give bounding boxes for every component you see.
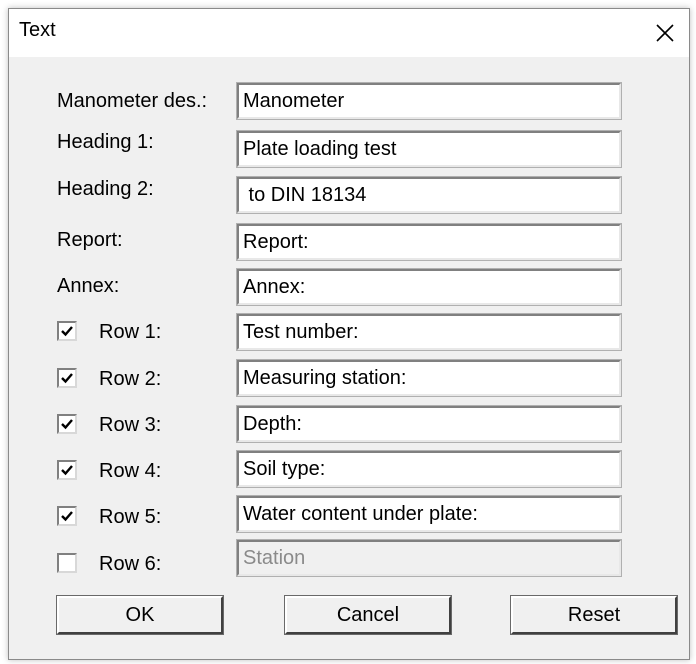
checkmark-icon	[61, 373, 73, 384]
row2-checkbox[interactable]	[57, 368, 77, 388]
row5-field[interactable]	[236, 495, 622, 533]
row4-field[interactable]	[236, 450, 622, 488]
row5-checkbox[interactable]	[57, 506, 77, 526]
row3-field[interactable]	[236, 405, 622, 443]
manometer-label: Manometer des.:	[57, 90, 208, 112]
checkmark-icon	[61, 511, 73, 522]
row2-field[interactable]	[236, 359, 622, 397]
title-bar: Text	[9, 9, 689, 57]
row1-field[interactable]	[236, 313, 622, 351]
row3-checkbox[interactable]	[57, 414, 77, 434]
checkmark-icon	[61, 465, 73, 476]
row1-label: Row 1:	[99, 321, 162, 343]
heading1-field[interactable]	[236, 130, 622, 168]
checkmark-icon	[61, 326, 73, 337]
ok-button[interactable]: OK	[56, 595, 224, 635]
row6-checkbox[interactable]	[57, 553, 77, 573]
text-dialog: Text Manometer des.: Heading 1: Heading …	[8, 8, 690, 660]
heading2-label: Heading 2:	[57, 178, 154, 200]
heading2-field[interactable]	[236, 176, 622, 214]
row6-field	[236, 539, 622, 577]
cancel-button[interactable]: Cancel	[284, 595, 452, 635]
annex-field[interactable]	[236, 268, 622, 306]
row4-checkbox[interactable]	[57, 460, 77, 480]
checkmark-icon	[61, 419, 73, 430]
manometer-field[interactable]	[236, 82, 622, 120]
row1-checkbox[interactable]	[57, 321, 77, 341]
row4-label: Row 4:	[99, 460, 162, 482]
row2-label: Row 2:	[99, 368, 162, 390]
dialog-title: Text	[19, 19, 56, 41]
report-field[interactable]	[236, 223, 622, 261]
report-label: Report:	[57, 229, 123, 251]
reset-button[interactable]: Reset	[510, 595, 678, 635]
row3-label: Row 3:	[99, 414, 162, 436]
row6-label: Row 6:	[99, 553, 162, 575]
annex-label: Annex:	[57, 275, 120, 297]
heading1-label: Heading 1:	[57, 131, 154, 153]
close-icon	[656, 24, 674, 42]
close-button[interactable]	[641, 9, 689, 57]
row5-label: Row 5:	[99, 506, 162, 528]
